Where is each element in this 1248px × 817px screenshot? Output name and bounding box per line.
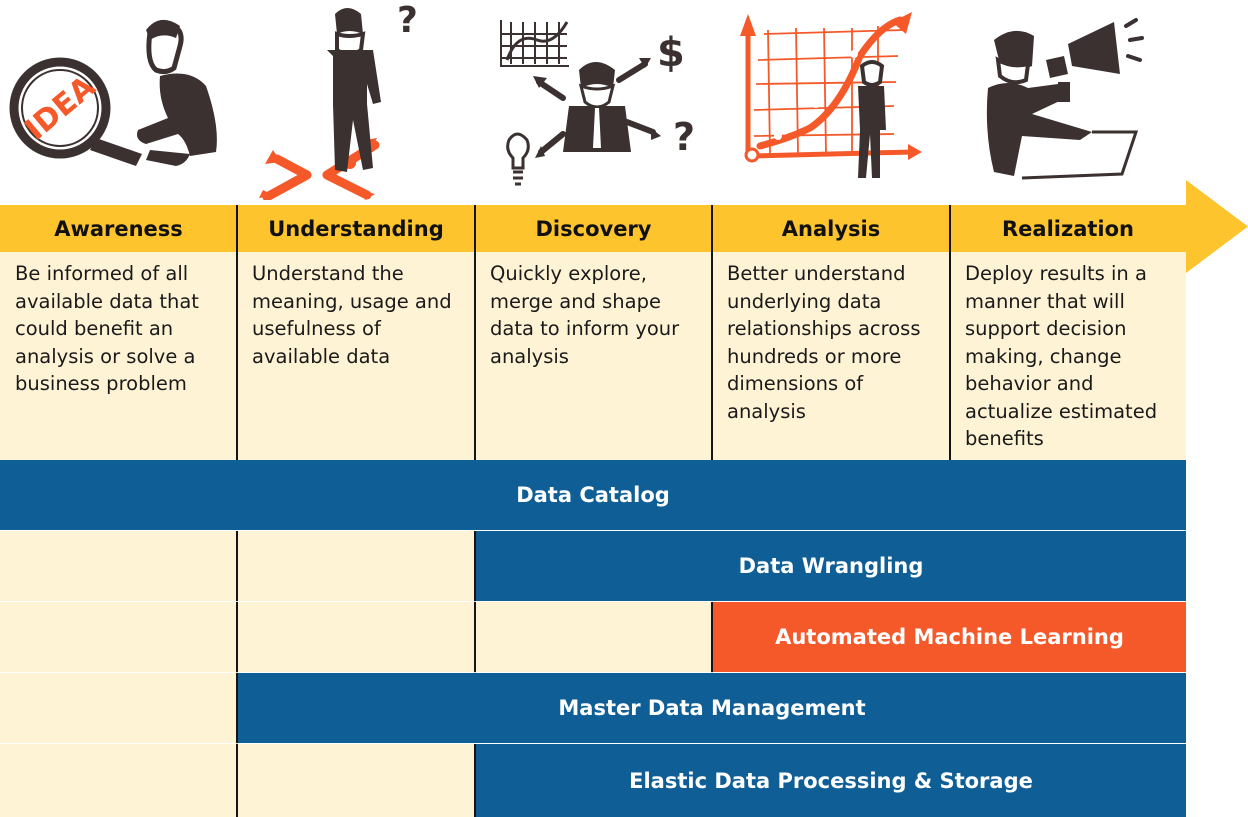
- column-divider: [236, 531, 238, 673]
- column-divider: [236, 205, 238, 460]
- capability-bar-elastic-data-processing: Elastic Data Processing & Storage: [476, 744, 1186, 817]
- capability-bar-automated-machine-learning: Automated Machine Learning: [713, 602, 1186, 672]
- stage-description-discovery: Quickly explore, merge and shape data to…: [490, 262, 680, 368]
- column-divider: [711, 205, 713, 460]
- row-separator: [0, 601, 1186, 602]
- magnifier-idea-icon: IDEA: [0, 0, 237, 200]
- megaphone-person-icon: [950, 0, 1186, 200]
- stage-description-understanding: Understand the meaning, usage and useful…: [252, 262, 452, 368]
- stage-title-understanding: Understanding: [268, 216, 444, 241]
- column-divider: [474, 205, 476, 460]
- stage-title-awareness: Awareness: [54, 216, 183, 241]
- dollar-label: $: [657, 30, 685, 76]
- stage-title-analysis: Analysis: [781, 216, 881, 241]
- capability-bar-data-catalog: Data Catalog: [0, 460, 1186, 530]
- capability-bar-data-wrangling: Data Wrangling: [476, 531, 1186, 601]
- row-separator: [0, 743, 1186, 744]
- row-separator: [0, 530, 1186, 531]
- growth-chart-icon: [712, 0, 950, 200]
- person-options-icon: $ ?: [475, 0, 712, 200]
- column-divider: [949, 205, 951, 460]
- stage-description-analysis: Better understand underlying data relati…: [727, 262, 921, 423]
- thinking-person-icon: ?: [237, 0, 475, 200]
- stage-title-realization: Realization: [1002, 216, 1134, 241]
- question-mark-label: ?: [397, 0, 418, 41]
- row-separator: [0, 672, 1186, 673]
- question-label: ?: [673, 115, 695, 159]
- stage-description-realization: Deploy results in a manner that will sup…: [965, 262, 1158, 450]
- stage-title-discovery: Discovery: [535, 216, 652, 241]
- stage-description-awareness: Be informed of all available data that c…: [15, 262, 199, 395]
- timeline-arrowhead-icon: [1186, 180, 1248, 273]
- capability-bar-master-data-management: Master Data Management: [238, 673, 1186, 743]
